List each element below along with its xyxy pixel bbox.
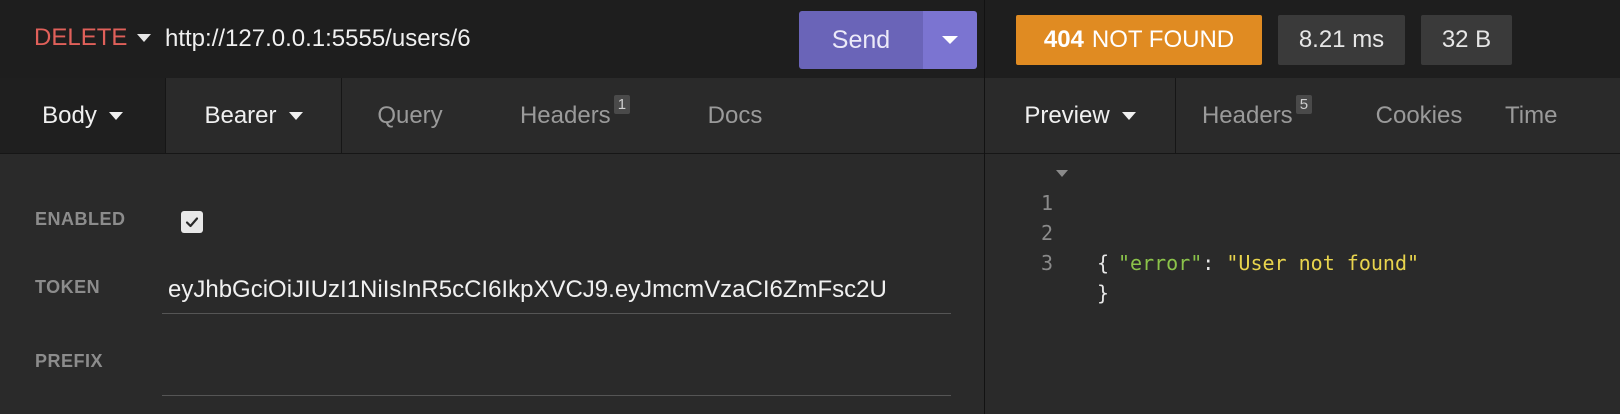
code-line: 2 "error": "User not found" [985, 188, 1620, 275]
tab-bearer[interactable]: Bearer [165, 78, 342, 153]
response-pane: 404 NOT FOUND 8.21 ms 32 B Preview Heade… [985, 0, 1620, 414]
tab-label: Body [42, 101, 97, 129]
tab-query[interactable]: Query [342, 78, 478, 153]
response-time-badge: 8.21 ms [1278, 15, 1405, 65]
response-tabbar: Preview Headers 5 Cookies Time [985, 78, 1620, 154]
json-value: "User not found" [1226, 251, 1420, 275]
code-text: } [1097, 281, 1110, 305]
tab-label: Query [377, 101, 443, 129]
count-badge: 1 [613, 95, 631, 114]
tab-preview[interactable]: Preview [985, 78, 1176, 153]
tab-timeline[interactable]: Time [1505, 78, 1620, 153]
check-icon [185, 217, 199, 228]
status-badge: 404 NOT FOUND [1016, 15, 1262, 65]
chevron-down-icon [108, 111, 123, 120]
token-input[interactable] [162, 266, 951, 314]
code-line: 1 { [985, 158, 1620, 275]
prefix-input[interactable] [162, 348, 951, 396]
method-label: DELETE [34, 24, 128, 51]
tab-label: Time [1505, 101, 1558, 129]
status-text: NOT FOUND [1091, 26, 1235, 53]
chevron-down-icon [137, 34, 152, 42]
request-url-bar: DELETE Send [0, 0, 984, 79]
tab-label: Cookies [1375, 101, 1463, 129]
chevron-down-icon [288, 111, 303, 120]
chevron-down-icon [942, 36, 958, 44]
response-size-badge: 32 B [1421, 15, 1512, 65]
tab-label: Bearer [204, 101, 277, 129]
json-key: "error" [1118, 251, 1203, 275]
count-badge: 5 [1295, 95, 1313, 114]
tab-label: Headers [519, 101, 611, 129]
code-text: "error": "User not found" [1118, 248, 1419, 278]
send-button[interactable]: Send [799, 11, 923, 69]
tab-headers[interactable]: Headers 1 [490, 78, 660, 153]
tab-response-headers[interactable]: Headers 5 [1181, 78, 1333, 153]
enabled-checkbox[interactable] [181, 211, 203, 233]
status-code: 404 [1043, 26, 1084, 53]
send-options-button[interactable] [923, 11, 977, 69]
tab-label: Docs [707, 101, 763, 129]
tab-label: Preview [1024, 101, 1110, 129]
tab-body[interactable]: Body [0, 78, 165, 153]
tab-docs[interactable]: Docs [680, 78, 790, 153]
tab-label: Headers [1201, 101, 1293, 129]
method-dropdown[interactable]: DELETE [34, 24, 152, 52]
tab-cookies[interactable]: Cookies [1349, 78, 1489, 153]
request-tabbar: Body Bearer Query Headers 1 Docs [0, 78, 984, 154]
prefix-label: PREFIX [35, 351, 104, 371]
chevron-down-icon [1121, 111, 1136, 120]
token-label: TOKEN [35, 277, 101, 297]
url-input[interactable] [165, 21, 785, 57]
request-pane: DELETE Send Body Bearer Query Headers 1 … [0, 0, 984, 414]
code-line: 3 } [985, 218, 1620, 305]
line-number: 3 [1040, 251, 1053, 275]
json-colon: : [1202, 251, 1227, 275]
response-status-bar: 404 NOT FOUND 8.21 ms 32 B [985, 0, 1620, 79]
fold-caret-icon[interactable] [1056, 170, 1068, 177]
code-text: { [1097, 251, 1110, 275]
enabled-label: ENABLED [35, 209, 126, 229]
